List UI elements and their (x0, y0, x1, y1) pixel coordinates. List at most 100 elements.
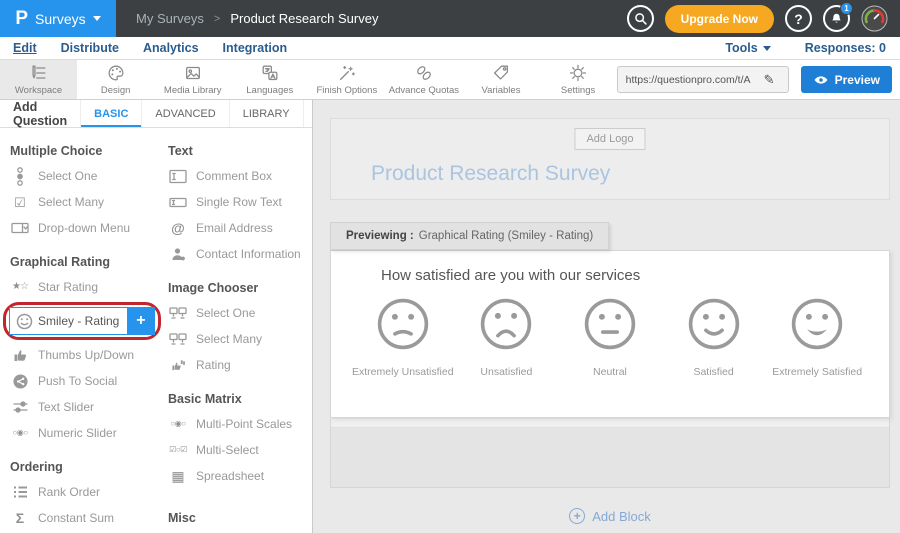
qtype-star-rating[interactable]: ★☆ Star Rating (10, 274, 168, 300)
qtype-spreadsheet[interactable]: ▦ Spreadsheet (168, 463, 308, 489)
tab-basic[interactable]: BASIC (81, 100, 142, 127)
previewing-label: Previewing : (346, 230, 414, 242)
breadcrumb-separator: > (214, 13, 220, 25)
close-panel-button[interactable]: ✕ (304, 100, 313, 127)
add-smiley-rating-button[interactable]: + (127, 307, 154, 335)
dropdown-icon (10, 222, 30, 234)
toolbar-media-library[interactable]: Media Library (154, 60, 231, 99)
upgrade-now-button[interactable]: Upgrade Now (665, 5, 774, 33)
single-row-icon (168, 197, 188, 208)
avatar-gauge-icon (861, 5, 888, 32)
rating-extremely-satisfied[interactable]: Extremely Satisfied (765, 297, 869, 378)
toolbar-design[interactable]: Design (77, 60, 154, 99)
breadcrumb-parent[interactable]: My Surveys (136, 11, 204, 26)
tab-analytics[interactable]: Analytics (143, 41, 199, 55)
rating-unsatisfied[interactable]: Unsatisfied (455, 297, 559, 378)
rating-satisfied[interactable]: Satisfied (662, 297, 766, 378)
smiley-frown-icon (479, 297, 533, 351)
spreadsheet-icon: ▦ (168, 469, 188, 483)
qtype-rank-order[interactable]: Rank Order (10, 479, 168, 505)
qtype-dropdown-menu[interactable]: Drop-down Menu (10, 215, 168, 241)
survey-nav: Edit Distribute Analytics Integration To… (0, 37, 900, 60)
questionpro-logo[interactable]: P Surveys (0, 0, 116, 37)
palette-icon (106, 63, 126, 83)
toolbar-variables[interactable]: Variables (462, 60, 539, 99)
search-button[interactable] (627, 5, 654, 32)
toolbar-advance-quotas[interactable]: Advance Quotas (385, 60, 462, 99)
qtype-image-rating[interactable]: Rating (168, 352, 308, 378)
edit-url-icon[interactable]: ✎ (764, 72, 781, 88)
dual-screen-icon (168, 333, 188, 346)
tools-dropdown[interactable]: Tools (725, 41, 770, 55)
tab-advanced[interactable]: ADVANCED (142, 100, 229, 127)
toolbar-finish-options[interactable]: Finish Options (308, 60, 385, 99)
tab-integration[interactable]: Integration (223, 41, 288, 55)
chain-links-icon (414, 63, 434, 83)
tab-distribute[interactable]: Distribute (61, 41, 119, 55)
image-icon (183, 63, 203, 83)
qtype-smiley-rating[interactable]: Smiley - Rating + (9, 307, 155, 335)
qtype-select-one[interactable]: Select One (10, 163, 168, 189)
question-preview-card[interactable]: How satisfied are you with our services … (330, 250, 890, 418)
qtype-constant-sum[interactable]: Σ Constant Sum (10, 505, 168, 531)
survey-title[interactable]: Product Research Survey (371, 162, 610, 186)
at-icon: @ (168, 221, 188, 235)
qtype-image-select-many[interactable]: Select Many (168, 326, 308, 352)
help-button[interactable]: ? (785, 5, 812, 32)
add-block-button[interactable]: + Add Block (330, 508, 890, 524)
qtype-contact-information[interactable]: Contact Information (168, 241, 308, 267)
survey-url-group: ✎ (617, 66, 789, 93)
qtype-multi-point-scales[interactable]: ○◉○ Multi-Point Scales (168, 411, 308, 437)
section-multiple-choice: Multiple Choice (10, 144, 168, 158)
avatar[interactable] (861, 5, 888, 32)
survey-url-input[interactable] (618, 74, 764, 86)
empty-block-area[interactable] (330, 419, 890, 488)
tab-edit[interactable]: Edit (13, 41, 37, 55)
qtype-push-to-social[interactable]: Push To Social (10, 368, 168, 394)
comment-box-icon (168, 169, 188, 184)
panel-tabs: Add Question BASIC ADVANCED LIBRARY ✕ (0, 100, 312, 128)
top-bar: P Surveys My Surveys > Product Research … (0, 0, 900, 37)
workspace-icon (29, 63, 49, 83)
thumb-icon (10, 347, 30, 363)
section-text: Text (168, 144, 308, 158)
add-question-panel: Add Question BASIC ADVANCED LIBRARY ✕ Mu… (0, 100, 313, 533)
toolbar-settings[interactable]: Settings (540, 60, 617, 99)
section-graphical-rating: Graphical Rating (10, 255, 168, 269)
toolbar-workspace[interactable]: Workspace (0, 60, 77, 99)
rating-neutral[interactable]: Neutral (558, 297, 662, 378)
qtype-text-slider[interactable]: Text Slider (10, 394, 168, 420)
section-misc: Misc (168, 511, 308, 525)
rating-extremely-unsatisfied[interactable]: Extremely Unsatisfied (351, 297, 455, 378)
notification-badge: 1 (840, 2, 853, 15)
tab-library[interactable]: LIBRARY (230, 100, 304, 127)
survey-header-card[interactable]: Add Logo Product Research Survey (330, 118, 890, 200)
product-label: Surveys (35, 11, 86, 27)
smiley-icon (14, 313, 34, 330)
qtype-select-many[interactable]: ☑ Select Many (10, 189, 168, 215)
qtype-image-select-one[interactable]: Select One (168, 300, 308, 326)
smiley-slight-frown-icon (376, 297, 430, 351)
previewing-value: Graphical Rating (Smiley - Rating) (419, 230, 593, 242)
notifications-button[interactable]: 1 (823, 5, 850, 32)
preview-button[interactable]: Preview (801, 66, 892, 93)
search-icon (633, 11, 648, 26)
qtype-email-address[interactable]: @ Email Address (168, 215, 308, 241)
gear-icon (568, 63, 588, 83)
stars-icon: ★☆ (10, 282, 30, 292)
qtype-comment-box[interactable]: Comment Box (168, 163, 308, 189)
responses-count[interactable]: Responses: 0 (805, 41, 886, 55)
thumbs-rating-icon (168, 358, 188, 372)
multi-point-icon: ○◉○ (10, 429, 30, 437)
qtype-multi-select[interactable]: ☑○☑ Multi-Select (168, 437, 308, 463)
qtype-single-row-text[interactable]: Single Row Text (168, 189, 308, 215)
smiley-scale: Extremely Unsatisfied Unsatisfied Neutra… (351, 297, 869, 378)
slider-icon (10, 400, 30, 414)
toolbar-languages[interactable]: Languages (231, 60, 308, 99)
section-basic-matrix: Basic Matrix (168, 392, 308, 406)
dual-screen-icon (168, 307, 188, 320)
qtype-numeric-slider[interactable]: ○◉○ Numeric Slider (10, 420, 168, 446)
smiley-rating-annotation-circle: Smiley - Rating + (3, 302, 161, 340)
add-logo-button[interactable]: Add Logo (574, 128, 645, 150)
qtype-thumbs-up-down[interactable]: Thumbs Up/Down (10, 342, 168, 368)
